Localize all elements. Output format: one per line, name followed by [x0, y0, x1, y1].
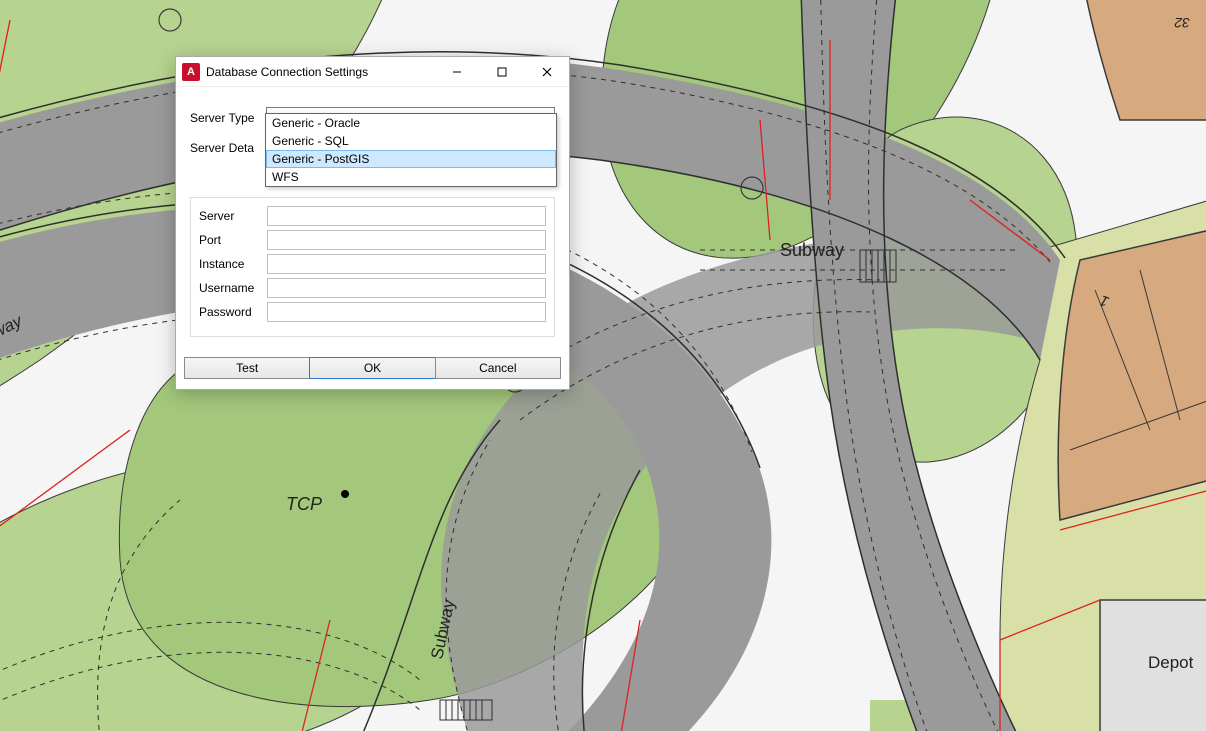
map-label-subway-right: Subway [780, 240, 844, 260]
dropdown-option-oracle[interactable]: Generic - Oracle [266, 114, 556, 132]
minimize-button[interactable] [434, 57, 479, 87]
close-button[interactable] [524, 57, 569, 87]
close-icon [542, 67, 552, 77]
port-label: Port [199, 233, 261, 247]
map-label-tcp: TCP [286, 494, 322, 514]
port-input[interactable] [267, 230, 546, 250]
username-label: Username [199, 281, 261, 295]
dialog-button-bar: Test OK Cancel [176, 347, 569, 389]
cancel-button[interactable]: Cancel [435, 357, 561, 379]
map-label-depot: Depot [1148, 653, 1194, 672]
ok-button[interactable]: OK [309, 357, 435, 379]
app-icon: A [182, 63, 200, 81]
instance-input[interactable] [267, 254, 546, 274]
dropdown-option-wfs[interactable]: WFS [266, 168, 556, 186]
dropdown-option-postgis[interactable]: Generic - PostGIS [266, 150, 556, 168]
server-type-dropdown[interactable]: Generic - Oracle Generic - SQL Generic -… [265, 113, 557, 187]
minimize-icon [452, 67, 462, 77]
dropdown-option-sql[interactable]: Generic - SQL [266, 132, 556, 150]
server-input[interactable] [267, 206, 546, 226]
server-label: Server [199, 209, 261, 223]
instance-label: Instance [199, 257, 261, 271]
database-connection-dialog: A Database Connection Settings Server Ty… [175, 56, 570, 390]
map-label-32: 32 [1174, 15, 1190, 31]
password-input[interactable] [267, 302, 546, 322]
dialog-title: Database Connection Settings [206, 65, 368, 79]
password-label: Password [199, 305, 261, 319]
maximize-icon [497, 67, 507, 77]
username-input[interactable] [267, 278, 546, 298]
titlebar[interactable]: A Database Connection Settings [176, 57, 569, 87]
test-button[interactable]: Test [184, 357, 310, 379]
server-type-label: Server Type [190, 111, 260, 125]
maximize-button[interactable] [479, 57, 524, 87]
